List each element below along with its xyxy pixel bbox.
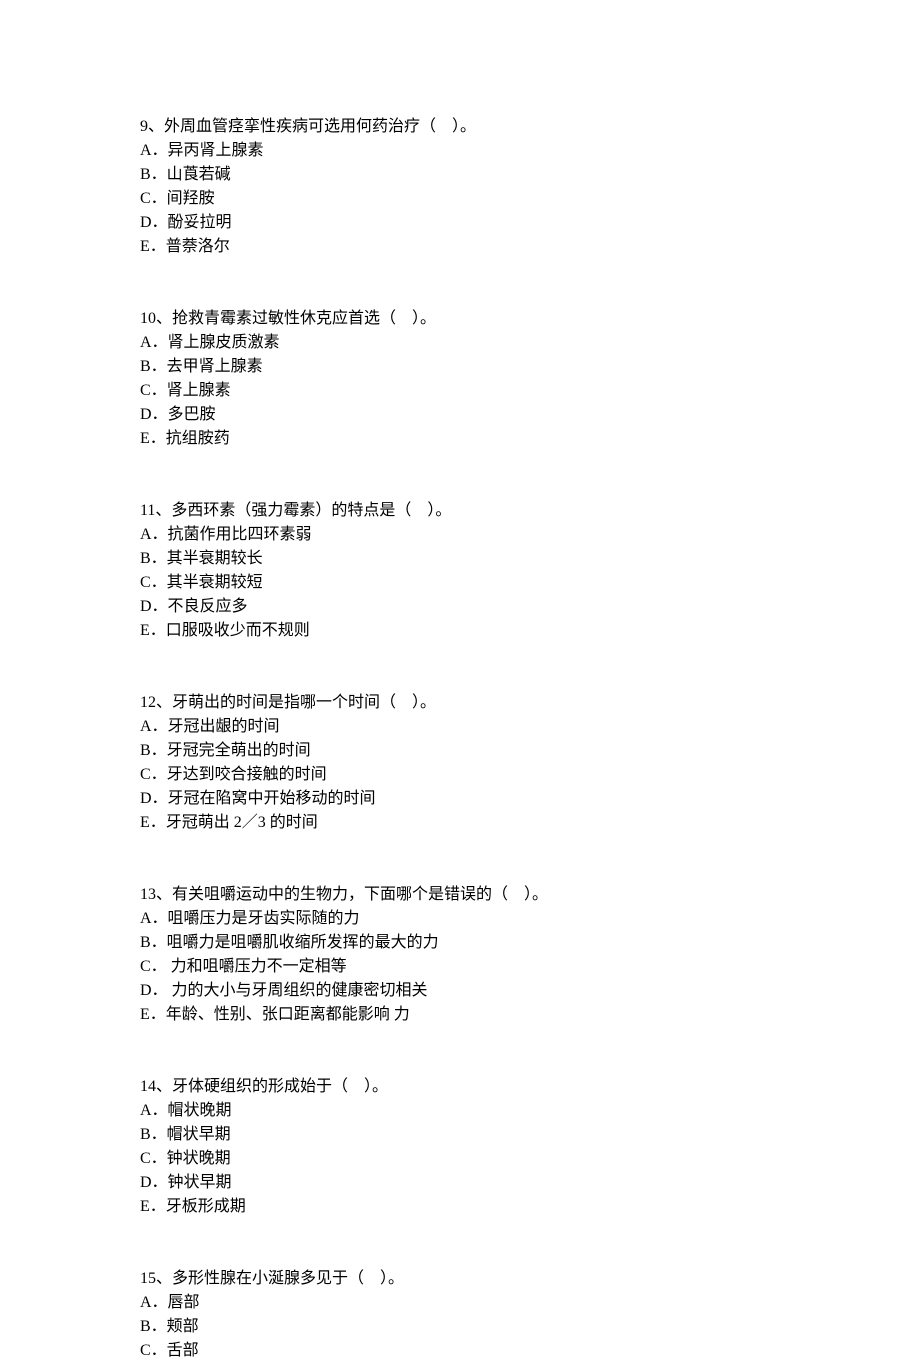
option-a: A．帽状晚期 [140, 1099, 920, 1123]
option-b: B．山莨若碱 [140, 163, 920, 187]
option-c: C．牙达到咬合接触的时间 [140, 763, 920, 787]
option-b: B．去甲肾上腺素 [140, 355, 920, 379]
question-block-12: 12、牙萌出的时间是指哪一个时间（ ）。 A．牙冠出龈的时间 B．牙冠完全萌出的… [140, 691, 920, 835]
option-b: B．其半衰期较长 [140, 547, 920, 571]
option-a: A．异丙肾上腺素 [140, 139, 920, 163]
option-d: D．钟状早期 [140, 1171, 920, 1195]
option-c: C． 力和咀嚼压力不一定相等 [140, 955, 920, 979]
option-e: E．普萘洛尔 [140, 235, 920, 259]
question-block-13: 13、有关咀嚼运动中的生物力，下面哪个是错误的（ ）。 A．咀嚼压力是牙齿实际随… [140, 883, 920, 1027]
option-d: D．酚妥拉明 [140, 211, 920, 235]
question-text: 12、牙萌出的时间是指哪一个时间（ ）。 [140, 691, 920, 715]
option-e: E．牙板形成期 [140, 1195, 920, 1219]
option-e: E．年龄、性别、张口距离都能影响 力 [140, 1003, 920, 1027]
option-e: E．口服吸收少而不规则 [140, 619, 920, 643]
option-a: A．牙冠出龈的时间 [140, 715, 920, 739]
question-text: 14、牙体硬组织的形成始于（ ）。 [140, 1075, 920, 1099]
question-text: 13、有关咀嚼运动中的生物力，下面哪个是错误的（ ）。 [140, 883, 920, 907]
option-d: D．多巴胺 [140, 403, 920, 427]
question-text: 15、多形性腺在小涎腺多见于（ ）。 [140, 1267, 920, 1291]
question-block-11: 11、多西环素（强力霉素）的特点是（ ）。 A．抗菌作用比四环素弱 B．其半衰期… [140, 499, 920, 643]
option-c: C．舌部 [140, 1339, 920, 1363]
question-block-10: 10、抢救青霉素过敏性休克应首选（ ）。 A．肾上腺皮质激素 B．去甲肾上腺素 … [140, 307, 920, 451]
option-b: B．颊部 [140, 1315, 920, 1339]
option-d: D． 力的大小与牙周组织的健康密切相关 [140, 979, 920, 1003]
question-block-9: 9、外周血管痉挛性疾病可选用何药治疗（ ）。 A．异丙肾上腺素 B．山莨若碱 C… [140, 115, 920, 259]
option-a: A．咀嚼压力是牙齿实际随的力 [140, 907, 920, 931]
option-b: B．牙冠完全萌出的时间 [140, 739, 920, 763]
question-block-15: 15、多形性腺在小涎腺多见于（ ）。 A．唇部 B．颊部 C．舌部 [140, 1267, 920, 1363]
question-block-14: 14、牙体硬组织的形成始于（ ）。 A．帽状晚期 B．帽状早期 C．钟状晚期 D… [140, 1075, 920, 1219]
option-d: D．牙冠在陷窝中开始移动的时间 [140, 787, 920, 811]
option-c: C．间羟胺 [140, 187, 920, 211]
question-text: 9、外周血管痉挛性疾病可选用何药治疗（ ）。 [140, 115, 920, 139]
option-b: B．帽状早期 [140, 1123, 920, 1147]
question-text: 11、多西环素（强力霉素）的特点是（ ）。 [140, 499, 920, 523]
option-a: A．肾上腺皮质激素 [140, 331, 920, 355]
option-c: C．肾上腺素 [140, 379, 920, 403]
option-e: E．抗组胺药 [140, 427, 920, 451]
option-e: E．牙冠萌出 2／3 的时间 [140, 811, 920, 835]
option-c: C．钟状晚期 [140, 1147, 920, 1171]
option-b: B．咀嚼力是咀嚼肌收缩所发挥的最大的力 [140, 931, 920, 955]
document-content: 9、外周血管痉挛性疾病可选用何药治疗（ ）。 A．异丙肾上腺素 B．山莨若碱 C… [140, 115, 920, 1363]
option-a: A．抗菌作用比四环素弱 [140, 523, 920, 547]
question-text: 10、抢救青霉素过敏性休克应首选（ ）。 [140, 307, 920, 331]
option-d: D．不良反应多 [140, 595, 920, 619]
option-a: A．唇部 [140, 1291, 920, 1315]
option-c: C．其半衰期较短 [140, 571, 920, 595]
